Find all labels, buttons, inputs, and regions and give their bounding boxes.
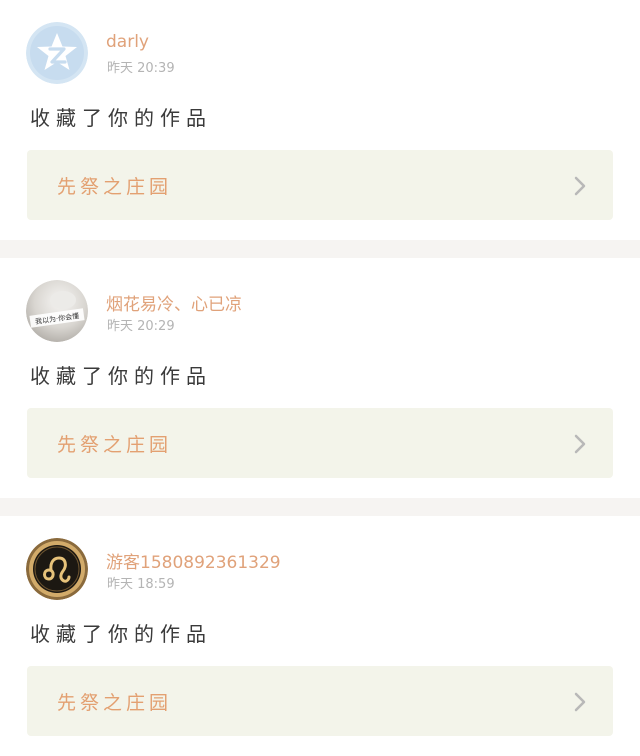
notification-item: 我以为·你会懂 烟花易冷、心已凉 昨天 20:29 收藏了你的作品 先祭之庄园 xyxy=(0,258,640,498)
work-link-card[interactable]: 先祭之庄园 xyxy=(27,150,613,220)
username[interactable]: 烟花易冷、心已凉 xyxy=(106,290,242,315)
avatar[interactable] xyxy=(26,22,88,84)
avatar[interactable]: 我以为·你会懂 xyxy=(26,280,88,342)
timestamp: 昨天 18:59 xyxy=(107,577,175,592)
action-text: 收藏了你的作品 xyxy=(30,622,212,646)
notification-feed: darly 昨天 20:39 收藏了你的作品 先祭之庄园 我以为·你会懂 烟花易… xyxy=(0,0,640,756)
work-title: 先祭之庄园 xyxy=(57,176,173,198)
work-title: 先祭之庄园 xyxy=(57,434,173,456)
chevron-right-icon xyxy=(574,176,586,196)
notification-item: 游客1580892361329 昨天 18:59 收藏了你的作品 先祭之庄园 xyxy=(0,516,640,756)
timestamp: 昨天 20:39 xyxy=(107,61,175,76)
action-text: 收藏了你的作品 xyxy=(30,106,212,130)
username[interactable]: darly xyxy=(106,32,149,52)
username[interactable]: 游客1580892361329 xyxy=(106,548,281,573)
action-text: 收藏了你的作品 xyxy=(30,364,212,388)
avatar[interactable] xyxy=(26,538,88,600)
chevron-right-icon xyxy=(574,692,586,712)
work-title: 先祭之庄园 xyxy=(57,692,173,714)
chevron-right-icon xyxy=(574,434,586,454)
photo-avatar: 我以为·你会懂 xyxy=(26,280,88,342)
divider xyxy=(0,498,640,516)
notification-item: darly 昨天 20:39 收藏了你的作品 先祭之庄园 xyxy=(0,0,640,240)
qzone-star-icon xyxy=(26,22,88,84)
divider xyxy=(0,240,640,258)
work-link-card[interactable]: 先祭之庄园 xyxy=(27,666,613,736)
leo-sign-icon xyxy=(26,538,88,600)
timestamp: 昨天 20:29 xyxy=(107,319,175,334)
work-link-card[interactable]: 先祭之庄园 xyxy=(27,408,613,478)
